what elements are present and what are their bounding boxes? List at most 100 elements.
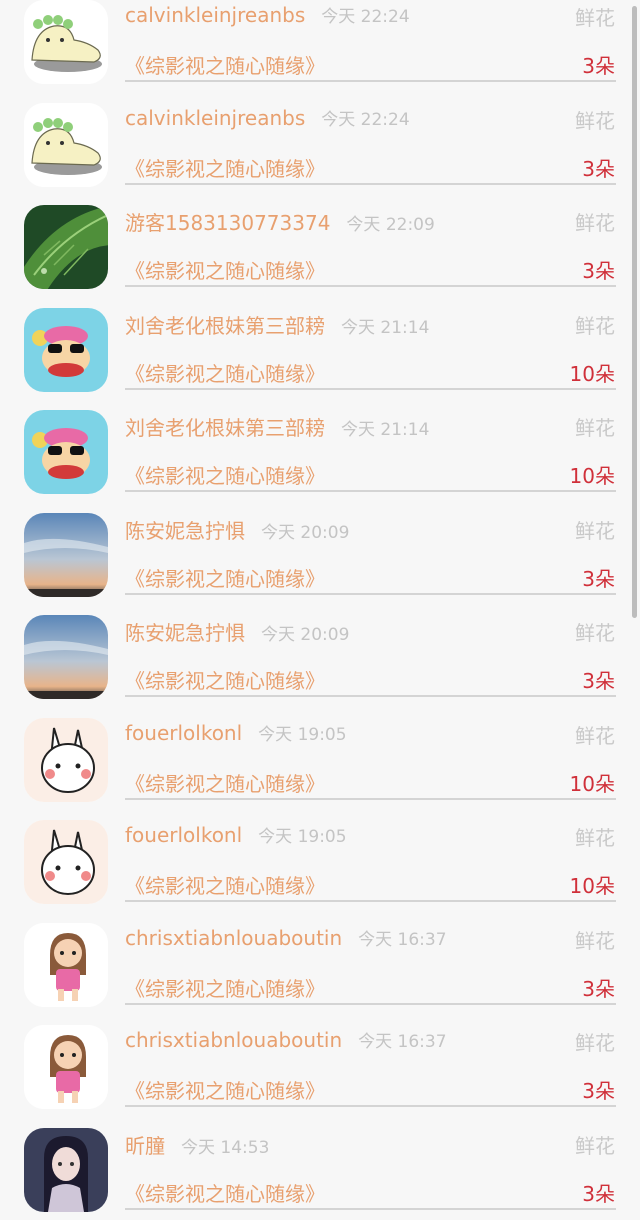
green-leaf-avatar[interactable] [24,205,108,289]
record-time: 今天 20:09 [261,523,349,543]
gift-count: 3朵 [582,563,615,592]
gift-record-row[interactable]: chrisxtiabnlouaboutin 今天 16:37 鲜花《综影视之随心随缘… [0,913,640,1016]
cartoon-slug-avatar[interactable] [24,103,108,187]
room-title-link[interactable]: 《综影视之随心随缘》 [125,563,325,592]
sunset-sky-avatar[interactable] [24,615,108,699]
gift-record-row[interactable]: fouerlolkonl今天 19:05鲜花《综影视之随心随缘》10朵 [0,810,640,913]
gift-record-row[interactable]: fouerlolkonl 今天 19:05 鲜花《综影视之随心随缘》 10朵 [0,708,640,811]
gift-type: 鲜花 [575,720,615,749]
room-title-link[interactable]: 《综影视之随心随缘》 [125,255,325,284]
record-header: fouerlolkonl 今天 19:05 [125,822,347,847]
room-title-link[interactable]: 《综影视之随心随缘》 [125,768,325,797]
row-divider [125,1105,616,1107]
room-title-link[interactable]: 《综影视之随心随缘》 [125,153,325,182]
row-divider [125,80,616,82]
scrollbar[interactable] [632,6,637,618]
user-name[interactable]: 陈安妮急拧惧 [125,519,245,543]
record-header: chrisxtiabnlouaboutin 今天 16:37 [125,925,447,950]
gift-record-list: calvinkleinjreanbs今天 22:24鲜花《综影视之随心随缘》3朵… [0,0,640,1220]
record-time: 今天 22:24 [321,7,409,27]
gift-type: 鲜花 [575,412,615,441]
record-time: 今天 20:09 [261,625,349,645]
gift-type: 鲜花 [575,515,615,544]
room-title-link[interactable]: 《综影视之随心随缘》 [125,50,325,79]
gift-type: 鲜花 [575,925,615,954]
sunset-sky-avatar[interactable] [24,513,108,597]
room-title-link[interactable]: 《综影视之随心随缘》 [125,665,325,694]
user-name[interactable]: fouerlolkonl [125,823,242,847]
user-name[interactable]: calvinkleinjreanbs [125,106,305,130]
record-time: 今天 22:09 [346,215,434,235]
record-time: 今天 19:05 [258,827,346,847]
room-title-link[interactable]: 《综影视之随心随缘》 [125,358,325,387]
gift-type: 鲜花 [575,2,615,31]
row-divider [125,1003,616,1005]
room-title-link[interactable]: 《综影视之随心随缘》 [125,870,325,899]
record-header: 刘舍老化根妹第三部耪今天 21:14 [125,412,429,441]
gift-count: 3朵 [582,973,615,1002]
anime-portrait-avatar[interactable] [24,1128,108,1212]
gift-type: 鲜花 [575,617,615,646]
record-header: 陈安妮急拧惧今天 20:09 [125,515,349,544]
user-name[interactable]: 游客1583130773374 [125,211,330,235]
monkey-avatar[interactable] [24,308,108,392]
gift-count: 3朵 [582,153,615,182]
bunny-avatar[interactable] [24,820,108,904]
record-header: fouerlolkonl 今天 19:05 [125,720,347,745]
row-divider [125,285,616,287]
gift-count: 3朵 [582,255,615,284]
cartoon-girl-avatar[interactable] [24,923,108,1007]
gift-type: 鲜花 [575,310,615,339]
row-divider [125,695,616,697]
row-divider [125,388,616,390]
gift-type: 鲜花 [575,105,615,134]
bunny-avatar[interactable] [24,718,108,802]
user-name[interactable]: fouerlolkonl [125,721,242,745]
record-time: 今天 19:05 [258,725,346,745]
row-divider [125,183,616,185]
gift-record-row[interactable]: 昕朣今天 14:53 鲜花《综影视之随心随缘》 3朵 [0,1118,640,1220]
record-header: chrisxtiabnlouaboutin 今天 16:37 [125,1027,447,1052]
row-divider [125,1208,616,1210]
gift-count: 10朵 [570,768,615,797]
gift-record-row[interactable]: calvinkleinjreanbs今天 22:24 鲜花《综影视之随心随缘》 3朵 [0,93,640,196]
user-name[interactable]: 陈安妮急拧惧 [125,621,245,645]
gift-record-row[interactable]: 刘舍老化根妹第三部耪今天 21:14 鲜花《综影视之随心随缘》 10朵 [0,298,640,401]
gift-count: 3朵 [582,1178,615,1207]
gift-record-row[interactable]: calvinkleinjreanbs 今天 22:24 鲜花《综影视之随心随缘》 3朵 [0,0,640,93]
user-name[interactable]: 昕朣 [125,1134,165,1158]
gift-record-row[interactable]: 刘舍老化根妹第三部耪今天 21:14鲜花《综影视之随心随缘》10朵 [0,400,640,503]
record-header: 昕朣今天 14:53 [125,1130,269,1159]
gift-count: 10朵 [570,358,615,387]
gift-record-row[interactable]: 游客1583130773374 今天 22:09 鲜花《综影视之随心随缘》 3朵 [0,195,640,298]
cartoon-girl-avatar[interactable] [24,1025,108,1109]
gift-record-row[interactable]: 陈安妮急拧惧今天 20:09 鲜花《综影视之随心随缘》 3朵 [0,605,640,708]
record-header: 陈安妮急拧惧今天 20:09 [125,617,349,646]
gift-count: 10朵 [570,870,615,899]
room-title-link[interactable]: 《综影视之随心随缘》 [125,1178,325,1207]
room-title-link[interactable]: 《综影视之随心随缘》 [125,973,325,1002]
user-name[interactable]: 刘舍老化根妹第三部耪 [125,416,325,440]
monkey-avatar[interactable] [24,410,108,494]
user-name[interactable]: 刘舍老化根妹第三部耪 [125,314,325,338]
cartoon-slug-avatar[interactable] [24,0,108,84]
gift-count: 3朵 [582,665,615,694]
row-divider [125,593,616,595]
record-time: 今天 21:14 [341,318,429,338]
row-divider [125,900,616,902]
record-time: 今天 16:37 [358,1032,446,1052]
record-header: calvinkleinjreanbs今天 22:24 [125,105,410,130]
room-title-link[interactable]: 《综影视之随心随缘》 [125,1075,325,1104]
gift-record-row[interactable]: chrisxtiabnlouaboutin今天 16:37鲜花《综影视之随心随缘… [0,1015,640,1118]
gift-record-row[interactable]: 陈安妮急拧惧今天 20:09 鲜花《综影视之随心随缘》 3朵 [0,503,640,606]
room-title-link[interactable]: 《综影视之随心随缘》 [125,460,325,489]
record-time: 今天 21:14 [341,420,429,440]
user-name[interactable]: chrisxtiabnlouaboutin [125,1028,342,1052]
gift-type: 鲜花 [575,207,615,236]
row-divider [125,798,616,800]
user-name[interactable]: chrisxtiabnlouaboutin [125,926,342,950]
gift-type: 鲜花 [575,1130,615,1159]
record-time: 今天 16:37 [358,930,446,950]
gift-count: 3朵 [582,50,615,79]
user-name[interactable]: calvinkleinjreanbs [125,3,305,27]
